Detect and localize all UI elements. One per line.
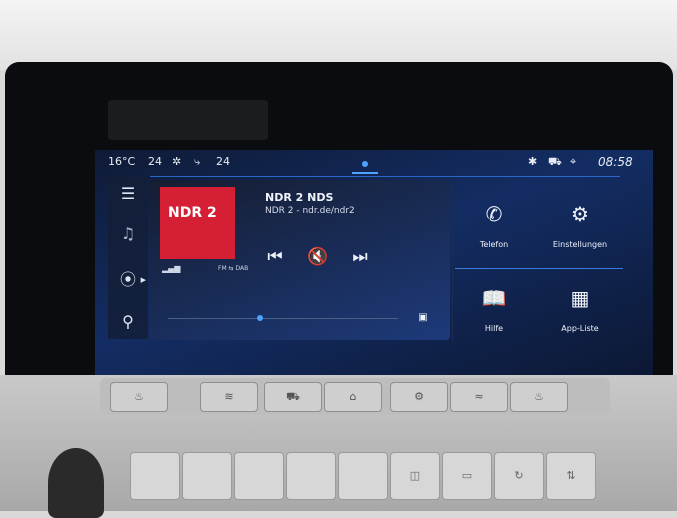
status-bar: 16°C 24 ✲ ⤷ 24 ✱ ⛟ ⌖ 08:58 — [108, 153, 633, 173]
station-logo — [160, 187, 235, 259]
left-temperature[interactable]: 24 — [148, 155, 162, 168]
lower-button-2[interactable] — [182, 452, 232, 500]
temperature-toggle-button[interactable]: ⇅ — [546, 452, 596, 500]
tile-hilfe-label: Hilfe — [484, 324, 504, 333]
recirculation-button[interactable]: ↻ — [494, 452, 544, 500]
rear-window-button[interactable]: ▭ — [442, 452, 492, 500]
location-icon: ⌖ — [570, 155, 577, 168]
bluetooth-icon: ✱ — [528, 155, 538, 168]
station-name: NDR 2 NDS — [265, 191, 334, 204]
station-logo-text: NDR 2 — [168, 205, 217, 221]
seat-settings-button[interactable]: ⚙ — [390, 382, 448, 412]
band-indicator[interactable]: FM ⇆ DAB — [218, 265, 248, 272]
tile-hilfe[interactable]: 📖 Hilfe — [454, 276, 534, 346]
next-button[interactable]: ⏭ — [348, 246, 372, 268]
lower-button-4[interactable] — [286, 452, 336, 500]
car-icon: ⛟ — [548, 155, 562, 168]
music-icon[interactable]: ♫ — [113, 220, 143, 248]
car-interior-background — [0, 0, 677, 70]
steering-heat-button[interactable]: ≋ — [200, 382, 258, 412]
search-icon[interactable]: ⚲ — [113, 308, 143, 336]
screen-reflection — [108, 100, 268, 140]
tile-app-liste-label: App-Liste — [561, 324, 599, 333]
seat-heat-left-button[interactable]: ♨ — [110, 382, 168, 412]
menu-icon[interactable]: ☰ — [113, 180, 143, 208]
clock: 08:58 — [598, 155, 633, 169]
station-subtitle: NDR 2 - ndr.de/ndr2 — [265, 206, 355, 216]
fan-icon[interactable]: ✲ — [172, 155, 181, 168]
phone-icon: ✆ — [485, 202, 503, 226]
home-button[interactable]: ⌂ — [324, 382, 382, 412]
tile-telefon[interactable]: ✆ Telefon — [454, 192, 534, 262]
radio-antenna-icon[interactable]: ⦿ ▶ — [113, 266, 146, 294]
favorite-button[interactable]: ▣ — [416, 312, 430, 324]
progress-knob[interactable] — [257, 315, 263, 321]
lower-button-5[interactable] — [338, 452, 388, 500]
front-defrost-button[interactable]: ◫ — [390, 452, 440, 500]
book-icon: 📖 — [481, 286, 507, 310]
tile-app-liste[interactable]: ▦ App-Liste — [540, 276, 620, 346]
tile-telefon-label: Telefon — [479, 240, 509, 249]
outside-temperature: 16°C — [108, 155, 136, 168]
gear-icon: ⚙ — [571, 202, 589, 226]
signal-strength-icon: ▂▄▆ — [162, 264, 181, 273]
status-divider — [150, 176, 620, 177]
volume-knob[interactable] — [48, 448, 104, 518]
mute-button[interactable]: 🔇 — [306, 246, 330, 268]
grid-icon: ▦ — [570, 286, 590, 310]
home-indicator — [352, 172, 378, 174]
progress-track[interactable] — [168, 318, 398, 319]
tile-einstellungen[interactable]: ⚙ Einstellungen — [540, 192, 620, 262]
home-icon[interactable] — [362, 161, 368, 167]
lower-button-1[interactable] — [130, 452, 180, 500]
rear-defrost-button[interactable]: ≈ — [450, 382, 508, 412]
seat-heat-right-button[interactable]: ♨ — [510, 382, 568, 412]
right-temperature[interactable]: 24 — [216, 155, 230, 168]
tile-einstellungen-label: Einstellungen — [552, 240, 608, 249]
previous-button[interactable]: ⏮ — [263, 246, 287, 268]
tile-divider-vertical — [452, 182, 453, 342]
car-view-button[interactable]: ⛟ — [264, 382, 322, 412]
lower-button-3[interactable] — [234, 452, 284, 500]
seat-heat-icon[interactable]: ⤷ — [194, 155, 200, 169]
tile-divider-horizontal — [455, 268, 623, 269]
